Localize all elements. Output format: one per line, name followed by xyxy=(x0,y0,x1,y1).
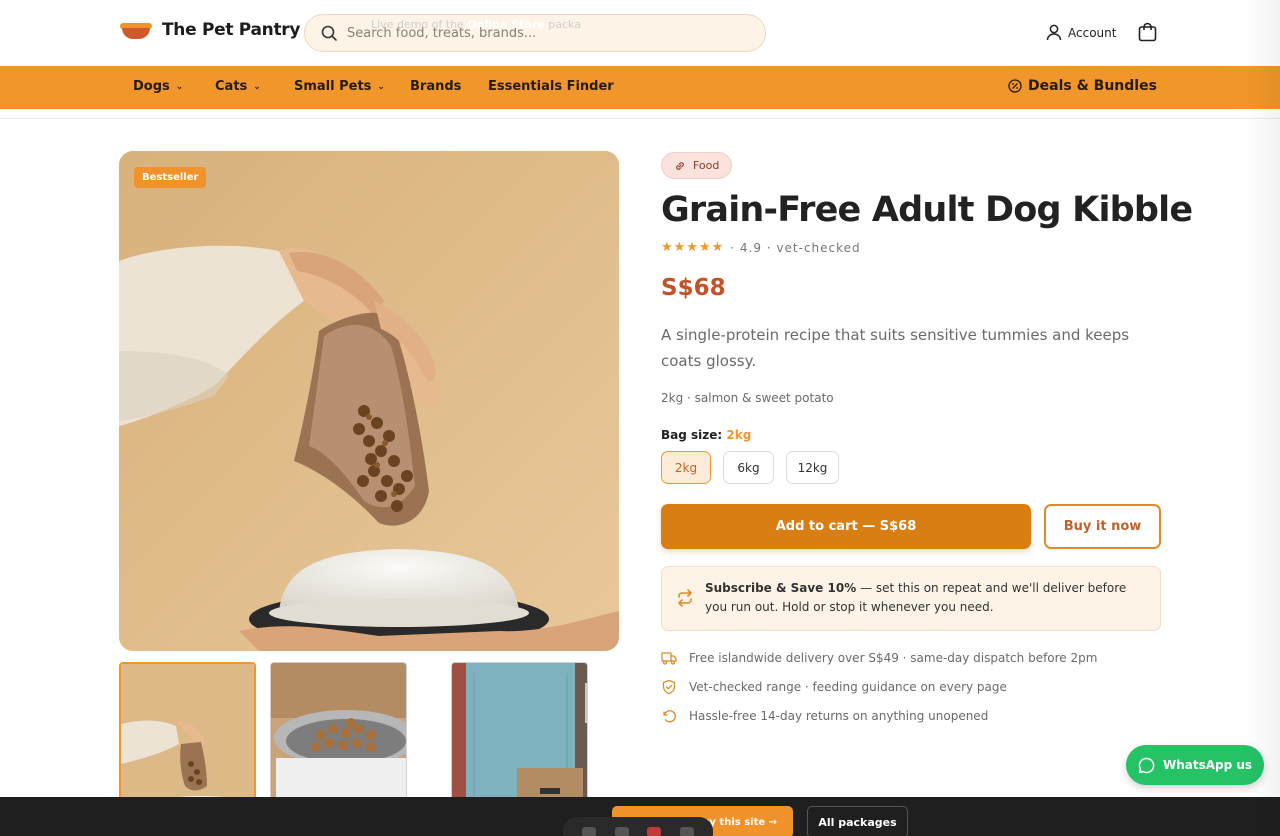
whatsapp-label: WhatsApp us xyxy=(1162,758,1253,772)
size-label: Bag size: 2kg xyxy=(661,428,751,442)
site-header: The Pet Pantry Account xyxy=(0,0,1280,66)
perk-text: Free islandwide delivery over S$49 · sam… xyxy=(689,651,1098,665)
dock-app-icon[interactable] xyxy=(647,827,662,836)
perk-text: Vet-checked range · feeding guidance on … xyxy=(689,680,1007,694)
main-nav: Dogs ⌄ Cats ⌄ Small Pets ⌄ Brands Essential… xyxy=(0,66,1280,109)
thumbnail-3[interactable] xyxy=(451,662,588,812)
category-label: Food xyxy=(693,159,720,172)
add-to-cart-button[interactable]: Add to cart — S$68 xyxy=(661,504,1031,549)
demo-bar-prefix: Live demo of the xyxy=(371,18,468,31)
product-title: Grain-Free Adult Dog Kibble xyxy=(661,190,1193,230)
buy-now-button[interactable]: Buy it now xyxy=(1044,504,1161,549)
chevron-down-icon: ⌄ xyxy=(253,81,261,92)
nav-label: Cats xyxy=(215,79,248,94)
perk-text: Hassle-free 14-day returns on anything u… xyxy=(689,709,989,723)
account-link[interactable]: Account xyxy=(1046,24,1116,41)
nav-label: Dogs xyxy=(133,79,170,94)
subscribe-text: Subscribe & Save 10% — set this on repea… xyxy=(705,579,1145,617)
deals-bundles-link[interactable]: Deals & Bundles xyxy=(1008,78,1157,94)
demo-bar-suffix: packa xyxy=(544,18,581,31)
nav-item-dogs[interactable]: Dogs ⌄ xyxy=(133,79,183,94)
shopping-bag-icon xyxy=(1138,22,1157,42)
size-option-6kg[interactable]: 6kg xyxy=(723,451,774,484)
dock-app-icon[interactable] xyxy=(679,827,694,836)
product-rating: ★★★★★ · 4.9 · vet-checked xyxy=(661,240,861,255)
link-icon xyxy=(676,161,684,170)
nav-label: Essentials Finder xyxy=(488,79,614,94)
user-icon xyxy=(1046,24,1062,41)
chevron-down-icon: ⌄ xyxy=(377,81,385,92)
account-label: Account xyxy=(1068,25,1117,40)
demo-bar-text: Live demo of the Online Store packa xyxy=(371,18,581,31)
cart-button[interactable] xyxy=(1138,22,1157,46)
nav-item-essentials-finder[interactable]: Essentials Finder xyxy=(488,79,614,94)
whatsapp-icon xyxy=(1138,757,1155,773)
all-packages-button[interactable]: All packages xyxy=(807,806,908,836)
dock-app-icon[interactable] xyxy=(614,827,629,836)
subscribe-title: Subscribe & Save 10% xyxy=(705,581,857,595)
size-label-text: Bag size: xyxy=(661,428,723,442)
percent-badge-icon xyxy=(1008,79,1022,93)
truck-icon xyxy=(661,652,677,665)
nav-item-brands[interactable]: Brands xyxy=(410,79,461,94)
perk-delivery: Free islandwide delivery over S$49 · sam… xyxy=(661,650,1097,666)
dock-app-icon[interactable] xyxy=(582,827,597,836)
product-spec: 2kg · salmon & sweet potato xyxy=(661,391,834,405)
rating-text: · 4.9 · vet-checked xyxy=(730,240,861,255)
product-price: S$68 xyxy=(661,275,726,301)
deals-label: Deals & Bundles xyxy=(1028,78,1157,94)
nav-item-cats[interactable]: Cats ⌄ xyxy=(215,79,261,94)
nav-label: Small Pets xyxy=(294,79,372,94)
nav-label: Brands xyxy=(410,79,462,94)
chevron-down-icon: ⌄ xyxy=(175,81,184,92)
product-main-image[interactable] xyxy=(119,151,619,651)
category-tag[interactable]: Food xyxy=(661,152,733,179)
thumbnail-2[interactable] xyxy=(270,662,407,812)
bestseller-badge: Bestseller xyxy=(134,167,207,188)
thumbnail-1[interactable] xyxy=(119,662,256,812)
size-option-2kg[interactable]: 2kg xyxy=(661,451,711,484)
return-icon xyxy=(663,710,676,723)
brand-name: The Pet Pantry xyxy=(162,20,301,40)
selected-size: 2kg xyxy=(726,428,752,442)
scroll-edge-shadow xyxy=(1244,0,1280,836)
logo[interactable]: The Pet Pantry xyxy=(120,20,300,40)
subscribe-save-box[interactable]: Subscribe & Save 10% — set this on repea… xyxy=(661,566,1161,631)
search-icon xyxy=(321,25,337,41)
product-description: A single-protein recipe that suits sensi… xyxy=(661,326,1130,370)
demo-bar-package-name: Online Store xyxy=(467,18,545,31)
nav-item-small-pets[interactable]: Small Pets ⌄ xyxy=(294,79,385,94)
size-option-12kg[interactable]: 12kg xyxy=(786,451,839,484)
shield-check-icon xyxy=(662,679,676,695)
divider xyxy=(0,118,1280,119)
perk-vet-checked: Vet-checked range · feeding guidance on … xyxy=(661,679,1007,695)
bowl-logo-icon xyxy=(120,20,152,40)
perk-returns: Hassle-free 14-day returns on anything u… xyxy=(661,708,988,724)
floating-dock[interactable] xyxy=(563,817,713,836)
rating-stars-icon: ★★★★★ xyxy=(661,240,725,255)
repeat-icon xyxy=(678,589,692,607)
